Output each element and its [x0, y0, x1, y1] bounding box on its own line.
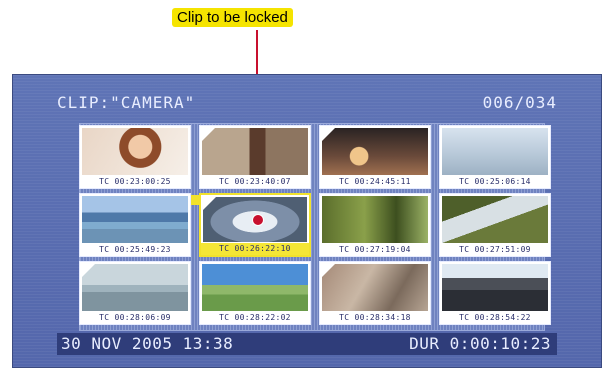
callout-pointer-dot: [252, 214, 264, 226]
thumbnail-timecode: TC 00:25:49:23: [80, 244, 190, 256]
thumbnail-image: [322, 264, 428, 311]
thumbnail-03[interactable]: TC 00:24:45:11: [319, 125, 431, 189]
mark-corner-icon: [322, 128, 335, 141]
thumbnail-timecode: TC 00:28:06:09: [80, 312, 190, 324]
thumbnail-11[interactable]: TC 00:28:34:18: [319, 261, 431, 325]
thumbnail-timecode: TC 00:24:45:11: [320, 176, 430, 188]
thumbnail-timecode: TC 00:26:22:10: [201, 243, 309, 255]
mark-corner-icon: [322, 264, 335, 277]
thumbnail-timecode: TC 00:23:00:25: [80, 176, 190, 188]
thumbnail-timecode: TC 00:28:54:22: [440, 312, 550, 324]
thumbnail-timecode: TC 00:27:51:09: [440, 244, 550, 256]
thumbnail-timecode: TC 00:28:34:18: [320, 312, 430, 324]
thumbnail-image: [82, 128, 188, 175]
thumbnail-timecode: TC 00:23:40:07: [200, 176, 310, 188]
thumbnail-02[interactable]: TC 00:23:40:07: [199, 125, 311, 189]
thumbnail-image: [442, 128, 548, 175]
clip-title: CLIP:"CAMERA": [57, 93, 196, 112]
thumbnail-image: [82, 196, 188, 243]
thumbnail-image: [82, 264, 188, 311]
thumbnail-08[interactable]: TC 00:27:51:09: [439, 193, 551, 257]
thumbnail-09[interactable]: TC 00:28:06:09: [79, 261, 191, 325]
date-time: 30 NOV 2005 13:38: [61, 334, 234, 353]
thumbnail-10[interactable]: TC 00:28:22:02: [199, 261, 311, 325]
status-bar: 30 NOV 2005 13:38 DUR 0:00:10:23: [57, 333, 557, 355]
thumbnail-timecode: TC 00:28:22:02: [200, 312, 310, 324]
thumbnail-image: [442, 196, 548, 243]
thumbnail-timecode: TC 00:25:06:14: [440, 176, 550, 188]
duration: DUR 0:00:10:23: [409, 334, 551, 353]
mark-corner-icon: [203, 197, 216, 210]
thumbnail-07[interactable]: TC 00:27:19:04: [319, 193, 431, 257]
mark-corner-icon: [202, 128, 215, 141]
thumbnail-timecode: TC 00:27:19:04: [320, 244, 430, 256]
thumbnail-04[interactable]: TC 00:25:06:14: [439, 125, 551, 189]
clip-browser-screen: CLIP:"CAMERA" 006/034 TC 00:23:00:25 TC …: [12, 74, 602, 368]
thumbnail-12[interactable]: TC 00:28:54:22: [439, 261, 551, 325]
lock-marker-icon: [191, 195, 199, 205]
thumbnail-image: [322, 128, 428, 175]
thumbnail-image: [322, 196, 428, 243]
thumbnail-image: [202, 264, 308, 311]
thumbnail-image: [202, 128, 308, 175]
mark-corner-icon: [82, 264, 95, 277]
thumbnail-image: [442, 264, 548, 311]
clip-counter: 006/034: [482, 93, 557, 112]
thumbnail-01[interactable]: TC 00:23:00:25: [79, 125, 191, 189]
thumbnail-05[interactable]: TC 00:25:49:23: [79, 193, 191, 257]
callout-label: Clip to be locked: [172, 8, 293, 27]
